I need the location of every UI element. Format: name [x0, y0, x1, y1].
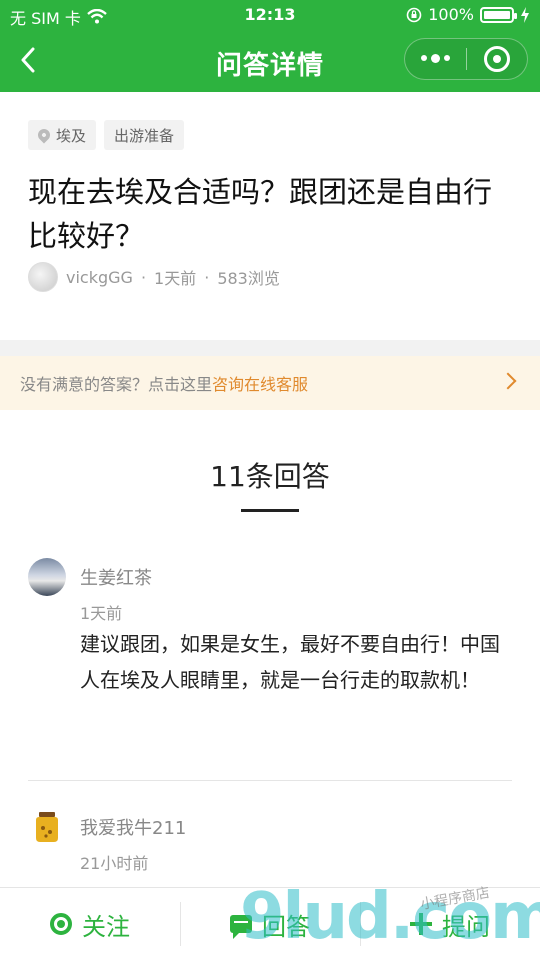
question-meta: vickgGG · 1天前 · 583浏览 [28, 262, 280, 292]
section-divider [0, 340, 540, 356]
answer-count: 11条回答 [210, 460, 330, 493]
meta-separator: · [204, 267, 210, 287]
more-button[interactable] [405, 39, 466, 79]
notice-link[interactable]: 咨询在线客服 [212, 371, 308, 395]
answer-body: 建议跟团，如果是女生，最好不要自由行！中国人在埃及人眼睛里，就是一台行走的取款机… [80, 632, 500, 692]
answer-item: 生姜红茶 1天前 建议跟团，如果是女生，最好不要自由行！中国人在埃及人眼睛里，就… [28, 558, 512, 738]
mini-program-capsule [404, 38, 528, 80]
plus-icon [410, 913, 432, 935]
ask-label: 提问 [442, 912, 490, 941]
more-dots-icon [420, 53, 450, 63]
tag-travel-prep[interactable]: 出游准备 [104, 120, 185, 150]
reply-label: 回答 [262, 912, 310, 941]
answer-count-underline [241, 509, 299, 512]
target-circle-icon [483, 46, 510, 72]
avatar[interactable] [28, 262, 58, 292]
battery-icon [480, 6, 517, 23]
view-count: 583浏览 [217, 269, 280, 288]
meta-separator: · [140, 267, 147, 287]
status-bar: 无 SIM 卡 12:13 100% [0, 0, 540, 30]
answer-time: 1天前 [80, 604, 123, 623]
answer-time: 21小时前 [80, 854, 149, 873]
battery-percent: 100% [428, 5, 474, 24]
reply-button[interactable]: 回答 [180, 888, 360, 960]
question-tags: 埃及 出游准备 [28, 120, 185, 150]
nav-bar: 问答详情 [0, 30, 540, 92]
tag-label: 出游准备 [114, 126, 175, 145]
follow-circle-icon [50, 913, 72, 935]
chevron-right-icon [499, 372, 517, 390]
status-right: 100% [406, 5, 530, 24]
answer-author[interactable]: 生姜红茶 [80, 564, 152, 590]
avatar[interactable] [28, 808, 66, 846]
honey-jar-icon [36, 812, 58, 842]
follow-button[interactable]: 关注 [0, 888, 180, 960]
avatar[interactable] [28, 558, 66, 596]
charging-icon [521, 6, 529, 23]
answer-item: 我爱我牛211 21小时前 [28, 808, 512, 888]
author-name[interactable]: vickgGG [66, 268, 133, 287]
location-pin-icon [35, 126, 53, 144]
answer-divider [28, 780, 512, 781]
customer-service-banner[interactable]: 没有满意的答案？点击这里 咨询在线客服 [0, 356, 540, 410]
top-bar: 无 SIM 卡 12:13 100% 问答详情 [0, 0, 540, 92]
post-time: 1天前 [154, 269, 197, 288]
chat-bubble-icon [230, 915, 252, 939]
question-title: 现在去埃及合适吗？跟团还是自由行比较好？ [28, 175, 493, 253]
bottom-action-bar: 关注 回答 提问 [0, 887, 540, 960]
ask-button[interactable]: 提问 [360, 888, 540, 960]
notice-text: 没有满意的答案？点击这里 [20, 375, 213, 394]
follow-label: 关注 [82, 912, 130, 941]
close-button[interactable] [467, 39, 528, 79]
tag-egypt[interactable]: 埃及 [28, 120, 97, 150]
answer-author[interactable]: 我爱我牛211 [80, 814, 186, 840]
tag-label: 埃及 [56, 126, 87, 145]
orientation-lock-icon [406, 7, 422, 22]
